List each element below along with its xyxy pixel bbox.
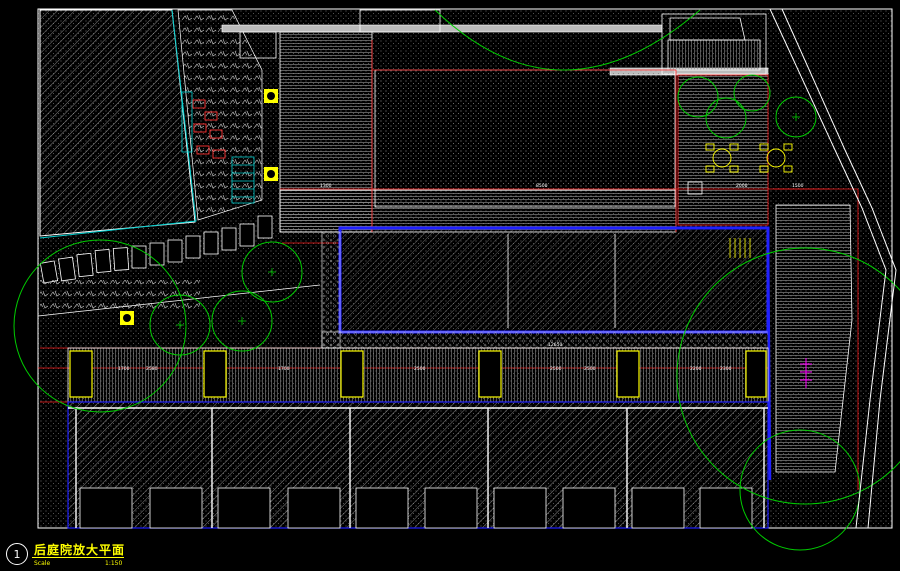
dimension-label: 8500 xyxy=(536,183,548,189)
dimension-label: 1500 xyxy=(792,183,804,189)
dimension-label: 2580 xyxy=(146,366,158,372)
dimension-label: 12650 xyxy=(548,342,562,348)
drawing-number-circle: 1 xyxy=(6,543,28,565)
dimension-label: 1700 xyxy=(278,366,290,372)
dimension-label: 2500 xyxy=(584,366,596,372)
dimension-label: 2300 xyxy=(720,366,732,372)
top-walkway xyxy=(221,24,663,33)
gravel-strip-bottom xyxy=(321,331,769,349)
right-patio-deck xyxy=(677,74,769,226)
dimension-label: 1300 xyxy=(320,183,332,189)
gravel-strip xyxy=(321,231,341,349)
scale-label: Scale xyxy=(34,560,51,567)
dimension-label: 2500 xyxy=(550,366,562,372)
title-underline xyxy=(32,557,124,558)
dimension-label: 1700 xyxy=(118,366,130,372)
dimension-label: 2200 xyxy=(690,366,702,372)
building-block-left xyxy=(39,9,196,237)
lawn-field xyxy=(374,69,676,208)
swimming-pool xyxy=(338,226,770,334)
landscape-plan-drawing: 1300 8500 2000 1500 1700 2580 1700 2500 … xyxy=(13,8,900,551)
title-block xyxy=(0,538,900,571)
corridor-deck xyxy=(67,347,769,403)
scale-ratio: 1:150 xyxy=(105,560,123,567)
dimension-label: 2000 xyxy=(736,183,748,189)
dimension-label: 2500 xyxy=(414,366,426,372)
drawing-title: 后庭院放大平面 xyxy=(34,543,126,557)
